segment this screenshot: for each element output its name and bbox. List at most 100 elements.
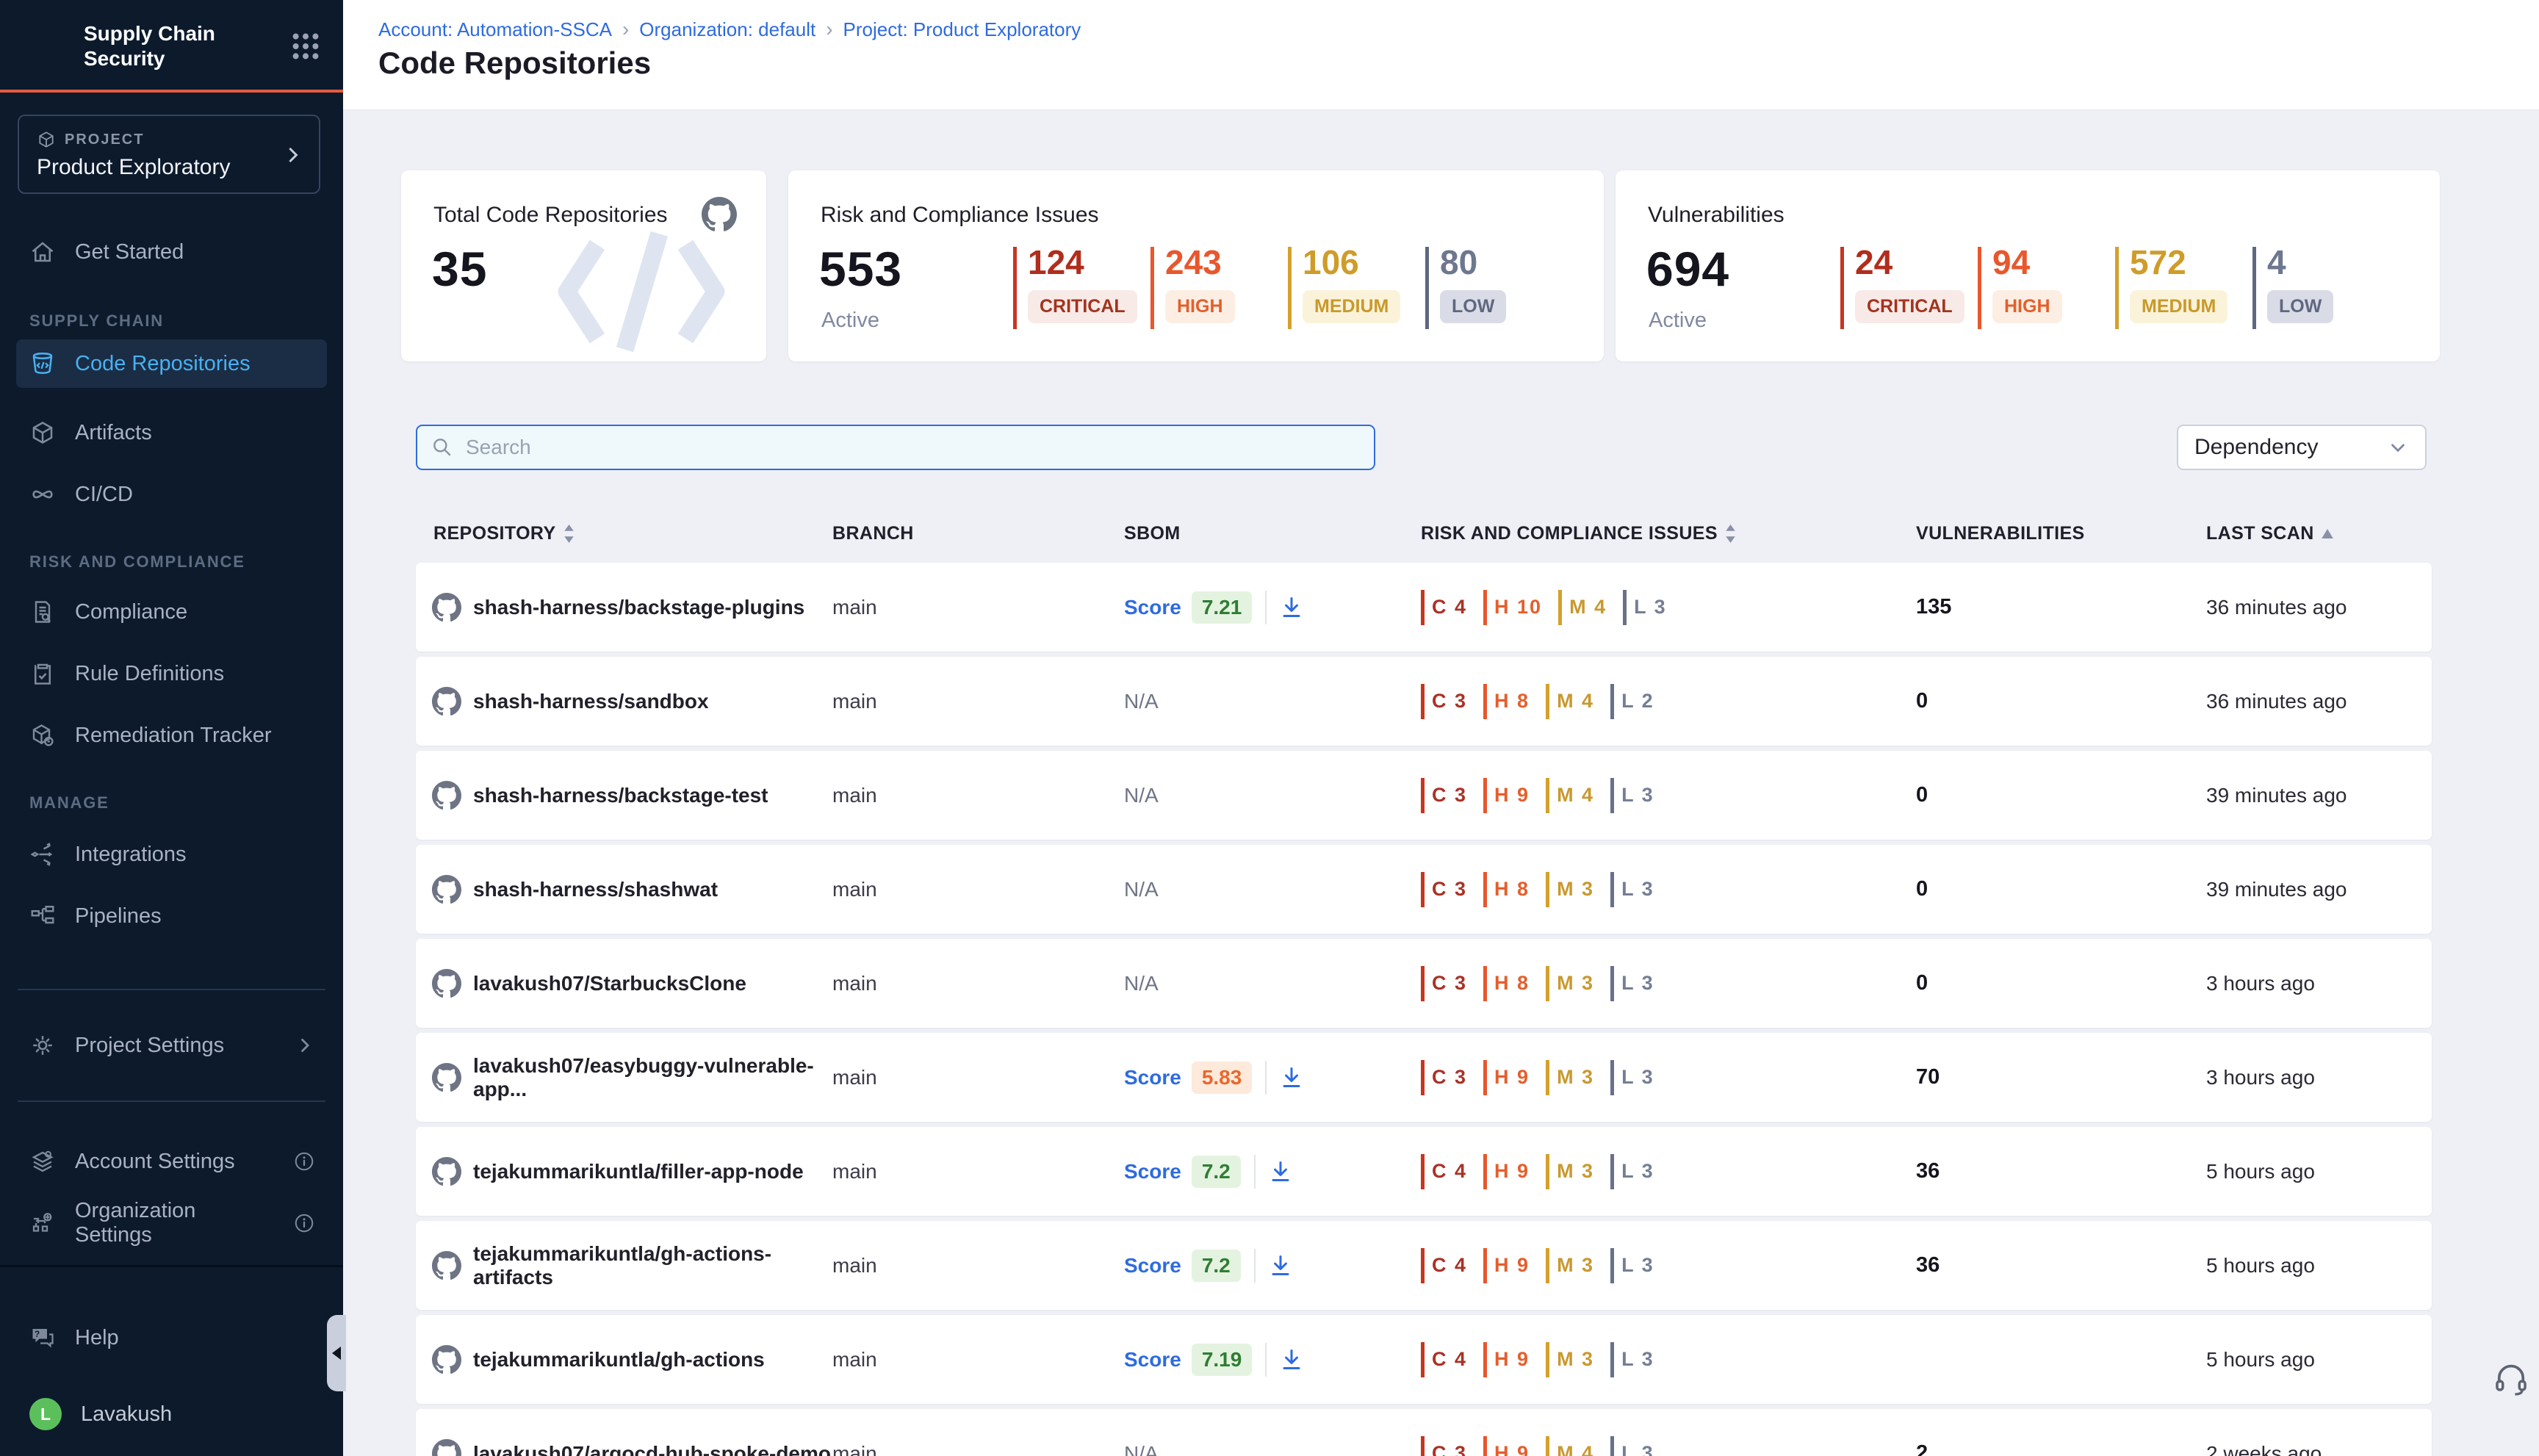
sbom-score-label: Score (1124, 1160, 1181, 1183)
severity-bar (1483, 1248, 1487, 1283)
sbom-download-button[interactable] (1280, 1066, 1303, 1089)
severity-label: LOW (2267, 290, 2333, 323)
table-row[interactable]: tejakummarikuntla/filler-app-node main S… (416, 1127, 2432, 1216)
sort-icon (563, 525, 575, 543)
avatar: L (29, 1398, 62, 1430)
support-headset-icon[interactable] (2492, 1361, 2530, 1399)
sidebar-divider (18, 1100, 325, 1102)
sbom-cell: Score 7.19 (1124, 1343, 1421, 1377)
sbom-download-button[interactable] (1269, 1254, 1292, 1277)
repo-name: tejakummarikuntla/filler-app-node (473, 1160, 804, 1183)
sbom-filter-dropdown[interactable]: Dependency (2177, 425, 2427, 470)
risk-cell: C 4 H 9 M 3 L 3 (1421, 1154, 1916, 1189)
severity-bar (1421, 778, 1425, 813)
github-icon (432, 1251, 461, 1280)
risk-severity-L: L 3 (1610, 778, 1654, 813)
search-input[interactable] (466, 436, 1361, 459)
user-menu[interactable]: L Lavakush (16, 1390, 327, 1438)
severity-label: CRITICAL (1855, 290, 1964, 323)
risk-severity-C: C 3 (1421, 778, 1467, 813)
severity-bar (1421, 1154, 1425, 1189)
sidebar-item-compliance[interactable]: Compliance (16, 588, 327, 636)
severity-count: M 3 (1557, 1254, 1594, 1277)
table-row[interactable]: shash-harness/backstage-test main N/A C … (416, 751, 2432, 840)
sidebar-item-get-started[interactable]: Get Started (16, 228, 327, 276)
org-icon (29, 1210, 56, 1236)
box-icon (29, 419, 56, 446)
sbom-download-button[interactable] (1280, 596, 1303, 619)
severity-count: H 8 (1494, 878, 1530, 901)
app-switcher-grid-icon[interactable] (289, 29, 323, 63)
table-row[interactable]: tejakummarikuntla/gh-actions-artifacts m… (416, 1221, 2432, 1310)
severity-critical: 124 CRITICAL (1013, 244, 1150, 323)
branch-cell: main (832, 1160, 1124, 1183)
sidebar-item-artifacts[interactable]: Artifacts (16, 408, 327, 457)
sbom-score-label: Score (1124, 1066, 1181, 1089)
chevron-right-icon (295, 1035, 315, 1056)
repo-cell: shash-harness/backstage-plugins (416, 593, 832, 622)
severity-count: 4 (2267, 244, 2390, 281)
sidebar-item-label: CI/CD (75, 483, 133, 507)
repo-name: shash-harness/sandbox (473, 690, 709, 713)
table-row[interactable]: shash-harness/backstage-plugins main Sco… (416, 563, 2432, 652)
search-icon (431, 436, 454, 459)
sbom-download-button[interactable] (1280, 1348, 1303, 1372)
sidebar-item-project-settings[interactable]: Project Settings (16, 1021, 327, 1070)
repositories-table: REPOSITORYBRANCHSBOMRISK AND COMPLIANCE … (416, 514, 2432, 1456)
sbom-score-value: 7.19 (1192, 1344, 1253, 1376)
severity-bar (1483, 590, 1487, 625)
breadcrumb-link[interactable]: Project: Product Exploratory (843, 18, 1081, 41)
severity-bar (1546, 778, 1549, 813)
severity-count: L 3 (1621, 1348, 1654, 1371)
sbom-na: N/A (1124, 784, 1159, 807)
table-row[interactable]: lavakush07/easybuggy-vulnerable-app... m… (416, 1033, 2432, 1122)
sidebar-item-label: Project Settings (75, 1034, 224, 1058)
sidebar-item-ci-cd[interactable]: CI/CD (16, 470, 327, 519)
sidebar-item-account-settings[interactable]: Account Settings (16, 1137, 327, 1186)
severity-bar (1546, 1060, 1549, 1095)
sidebar-item-label: Rule Definitions (75, 662, 224, 686)
severity-bar (1610, 684, 1614, 719)
repo-name: lavakush07/argocd-hub-spoke-demo (473, 1442, 831, 1456)
gear-icon (29, 1032, 56, 1059)
severity-label: HIGH (1992, 290, 2062, 323)
main-content: Account: Automation-SSCA › Organization: d… (343, 0, 2539, 1456)
table-row[interactable]: shash-harness/shashwat main N/A C 3 H 8 … (416, 845, 2432, 934)
severity-count: H 9 (1494, 1160, 1530, 1183)
sidebar-item-rule-definitions[interactable]: Rule Definitions (16, 649, 327, 698)
last-scan-cell: 3 hours ago (2206, 972, 2432, 995)
severity-count: 24 (1855, 244, 1978, 281)
table-row[interactable]: lavakush07/argocd-hub-spoke-demo main N/… (416, 1409, 2432, 1456)
github-icon (432, 593, 461, 622)
vulnerabilities-card: Vulnerabilities 694 Active 24 CRITICAL 9… (1616, 170, 2440, 361)
last-scan-cell: 36 minutes ago (2206, 690, 2432, 713)
column-header-label: VULNERABILITIES (1916, 523, 2085, 544)
column-header[interactable]: RISK AND COMPLIANCE ISSUES (1421, 523, 1916, 544)
sidebar-item-code-repositories[interactable]: Code Repositories (16, 339, 327, 388)
sidebar-item-help[interactable]: Help (16, 1313, 327, 1362)
breadcrumb-separator: › (826, 18, 832, 41)
severity-bar (1421, 684, 1425, 719)
severity-count: L 3 (1634, 596, 1667, 619)
sidebar-item-remediation-tracker[interactable]: Remediation Tracker (16, 711, 327, 760)
sbom-download-button[interactable] (1269, 1160, 1292, 1183)
sidebar-item-integrations[interactable]: Integrations (16, 830, 327, 879)
column-header[interactable]: REPOSITORY (416, 523, 832, 544)
table-row[interactable]: shash-harness/sandbox main N/A C 3 H 8 M… (416, 657, 2432, 746)
sort-asc-icon (2322, 529, 2333, 538)
repo-cell: shash-harness/backstage-test (416, 781, 832, 810)
help-chat-icon (29, 1325, 56, 1351)
table-row[interactable]: lavakush07/StarbucksClone main N/A C 3 H… (416, 939, 2432, 1028)
project-selector[interactable]: PROJECT Product Exploratory (18, 115, 320, 194)
sidebar-item-organization-settings[interactable]: Organization Settings (16, 1199, 327, 1247)
risk-severity-H: H 10 (1483, 590, 1542, 625)
severity-bar (1288, 247, 1292, 329)
breadcrumb-link[interactable]: Organization: default (639, 18, 815, 41)
sidebar-item-pipelines[interactable]: Pipelines (16, 892, 327, 940)
column-header[interactable]: LAST SCAN (2206, 523, 2432, 544)
breadcrumb-link[interactable]: Account: Automation-SSCA (378, 18, 612, 41)
severity-label: HIGH (1165, 290, 1235, 323)
table-row[interactable]: tejakummarikuntla/gh-actions main Score … (416, 1315, 2432, 1404)
project-label: PROJECT (65, 131, 144, 148)
risk-severity-L: L 3 (1610, 1436, 1654, 1456)
